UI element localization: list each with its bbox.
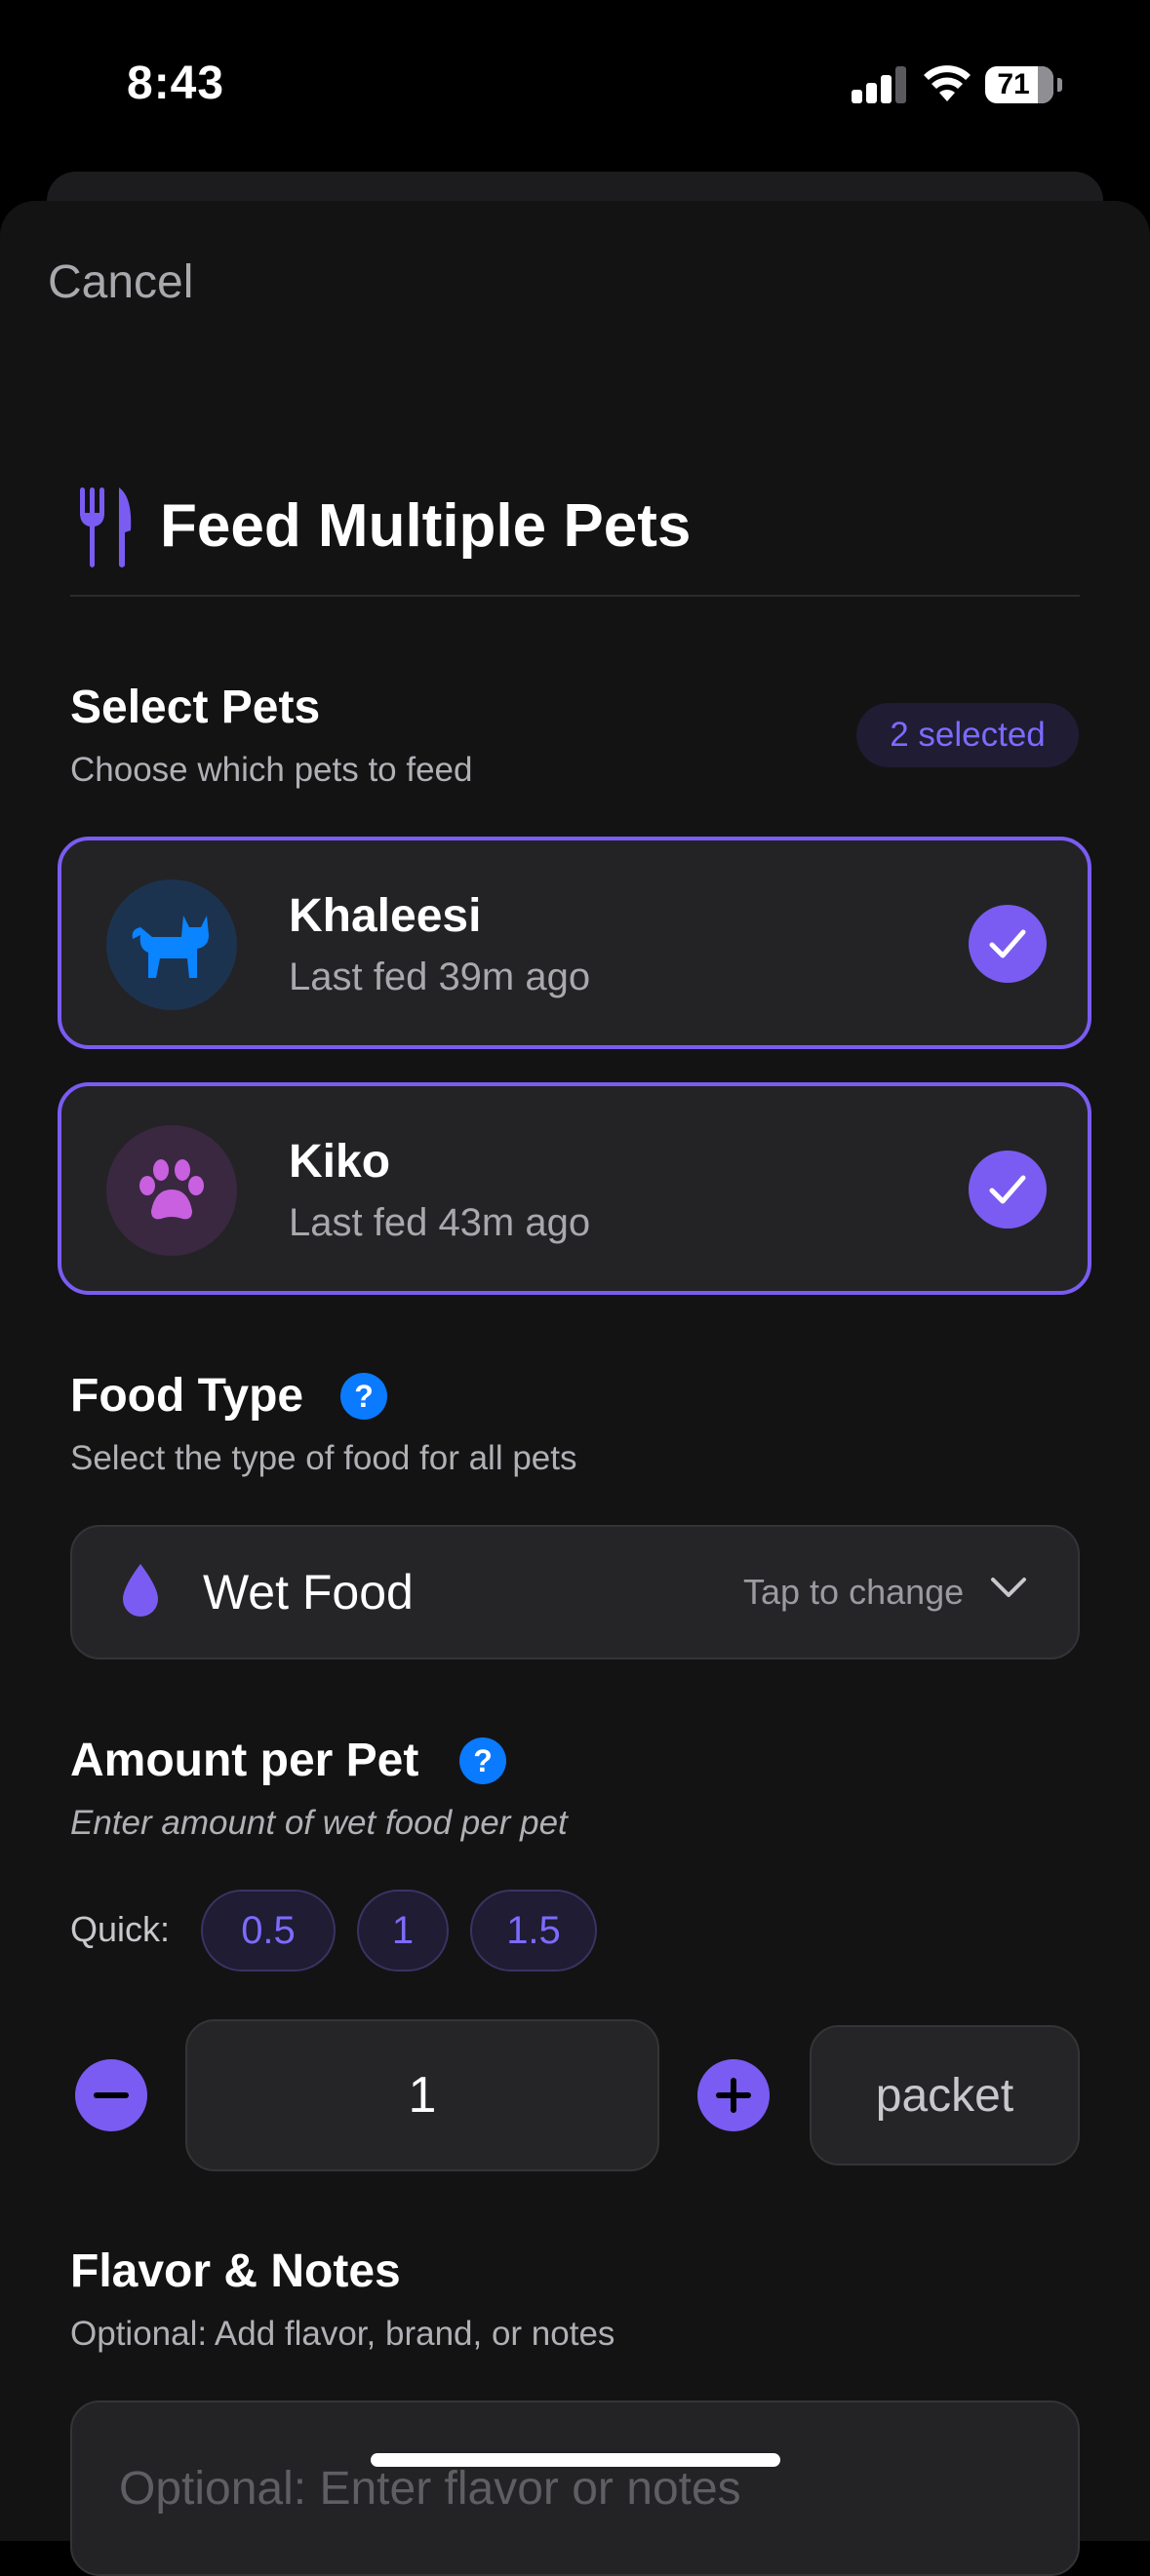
- pet-last-fed: Last fed 39m ago: [289, 956, 591, 998]
- cellular-signal-icon: [852, 66, 906, 103]
- amount-subtitle: Enter amount of wet food per pet: [70, 1804, 568, 1842]
- food-type-subtitle: Select the type of food for all pets: [70, 1439, 577, 1477]
- pet-last-fed: Last fed 43m ago: [289, 1201, 591, 1244]
- quick-option-1-5[interactable]: 1.5: [470, 1890, 597, 1971]
- battery-level: 71: [997, 68, 1030, 100]
- select-pets-subtitle: Choose which pets to feed: [70, 751, 473, 789]
- sheet-header: Feed Multiple Pets: [70, 478, 1080, 597]
- selected-check-icon[interactable]: [969, 905, 1047, 983]
- pet-card-kiko[interactable]: Kiko Last fed 43m ago: [58, 1082, 1091, 1295]
- status-time: 8:43: [127, 58, 225, 109]
- increment-button[interactable]: [697, 2059, 770, 2131]
- cat-icon: [132, 916, 209, 978]
- selected-count-badge: 2 selected: [856, 703, 1079, 767]
- battery-nub: [1057, 78, 1062, 92]
- page-title: Feed Multiple Pets: [160, 492, 692, 560]
- quick-option-0-5[interactable]: 0.5: [201, 1890, 336, 1971]
- food-type-help-icon[interactable]: ?: [340, 1373, 387, 1420]
- paw-icon: [139, 1159, 204, 1220]
- amount-input[interactable]: 1: [185, 2019, 659, 2171]
- wifi-icon: [924, 65, 971, 101]
- unit-selector[interactable]: packet: [810, 2025, 1080, 2166]
- selected-check-icon[interactable]: [969, 1151, 1047, 1229]
- chevron-down-icon: [991, 1578, 1026, 1597]
- minus-icon: [94, 2092, 129, 2098]
- home-indicator: [371, 2453, 780, 2467]
- notes-subtitle: Optional: Add flavor, brand, or notes: [70, 2315, 615, 2353]
- food-type-title: Food Type: [70, 1370, 304, 1422]
- pet-name: Kiko: [289, 1136, 391, 1188]
- quick-option-1[interactable]: 1: [357, 1890, 449, 1971]
- pet-avatar: [106, 879, 237, 1010]
- food-type-selector[interactable]: Wet Food Tap to change: [70, 1525, 1080, 1659]
- pet-name: Khaleesi: [289, 890, 482, 942]
- tap-to-change-hint: Tap to change: [743, 1572, 965, 1612]
- cancel-button[interactable]: Cancel: [48, 255, 193, 309]
- decrement-button[interactable]: [75, 2059, 147, 2131]
- drop-icon: [123, 1564, 158, 1617]
- fork-knife-icon: [80, 488, 132, 567]
- food-type-value: Wet Food: [203, 1565, 414, 1620]
- quick-label: Quick:: [70, 1909, 171, 1949]
- amount-title: Amount per Pet: [70, 1735, 419, 1786]
- pet-card-khaleesi[interactable]: Khaleesi Last fed 39m ago: [58, 837, 1091, 1049]
- notes-title: Flavor & Notes: [70, 2245, 401, 2297]
- plus-icon: [716, 2078, 751, 2113]
- pet-avatar: [106, 1125, 237, 1256]
- notes-input[interactable]: [70, 2400, 1080, 2576]
- amount-help-icon[interactable]: ?: [459, 1737, 506, 1784]
- battery-icon: 71: [985, 66, 1053, 103]
- select-pets-title: Select Pets: [70, 682, 321, 733]
- status-bar: 8:43 71: [0, 0, 1150, 166]
